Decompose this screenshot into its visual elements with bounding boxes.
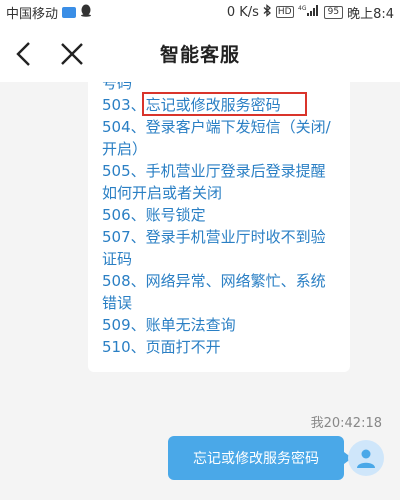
faq-item[interactable]: 510、页面打不开 (102, 336, 342, 358)
svg-text:4G: 4G (298, 5, 307, 12)
close-icon (61, 43, 83, 65)
faq-item[interactable]: 证码 (102, 248, 342, 270)
page-title: 智能客服 (159, 43, 240, 66)
faq-item[interactable]: 如何开启或者关闭 (102, 182, 342, 204)
bluetooth-icon (263, 3, 272, 21)
faq-item[interactable]: 504、登录客户端下发短信（关闭/ (102, 116, 342, 138)
signal-icon: 4G (298, 4, 320, 21)
faq-list: 号码 503、忘记或修改服务密码 504、登录客户端下发短信（关闭/ 开启） 5… (102, 82, 342, 358)
network-speed: 0 K/s (226, 4, 259, 20)
bot-reply-card: 号码 503、忘记或修改服务密码 504、登录客户端下发短信（关闭/ 开启） 5… (88, 82, 350, 372)
back-button[interactable] (8, 38, 40, 70)
faq-item[interactable]: 509、账单无法查询 (102, 314, 342, 336)
close-button[interactable] (56, 38, 88, 70)
battery-icon: 95 (323, 5, 344, 19)
message-icon (62, 6, 77, 18)
user-icon (357, 449, 375, 468)
carrier-name: 中国移动 (6, 6, 59, 22)
faq-item[interactable]: 505、手机营业厅登录后登录提醒 (102, 160, 342, 182)
faq-item-forgot-password[interactable]: 503、忘记或修改服务密码 (102, 92, 342, 116)
faq-item[interactable]: 508、网络异常、网络繁忙、系统 (102, 270, 342, 292)
faq-item[interactable]: 开启） (102, 138, 342, 160)
user-message-text: 忘记或修改服务密码 (193, 451, 319, 467)
chat-area[interactable]: 号码 503、忘记或修改服务密码 504、登录客户端下发短信（关闭/ 开启） 5… (0, 82, 400, 500)
highlight-annotation (142, 92, 307, 116)
faq-item[interactable]: 506、账号锁定 (102, 204, 342, 226)
status-bar: 中国移动 0 K/s HD 4G 95 晚上8:4 (0, 0, 400, 24)
back-arrow-icon (16, 42, 30, 66)
user-message-bubble: 忘记或修改服务密码 (168, 436, 352, 480)
clock: 晚上8:4 (347, 6, 394, 22)
faq-item[interactable]: 错误 (102, 292, 342, 314)
status-right: 0 K/s HD 4G 95 晚上8:4 (227, 3, 394, 22)
status-left: 中国移动 (6, 3, 92, 22)
app-header: 智能客服 (0, 24, 400, 82)
user-avatar[interactable] (348, 440, 384, 476)
message-timestamp: 我20:42:18 (310, 416, 382, 431)
hd-icon: HD (275, 6, 294, 18)
qq-icon (80, 4, 92, 21)
faq-item[interactable]: 507、登录手机营业厅时收不到验 (102, 226, 342, 248)
